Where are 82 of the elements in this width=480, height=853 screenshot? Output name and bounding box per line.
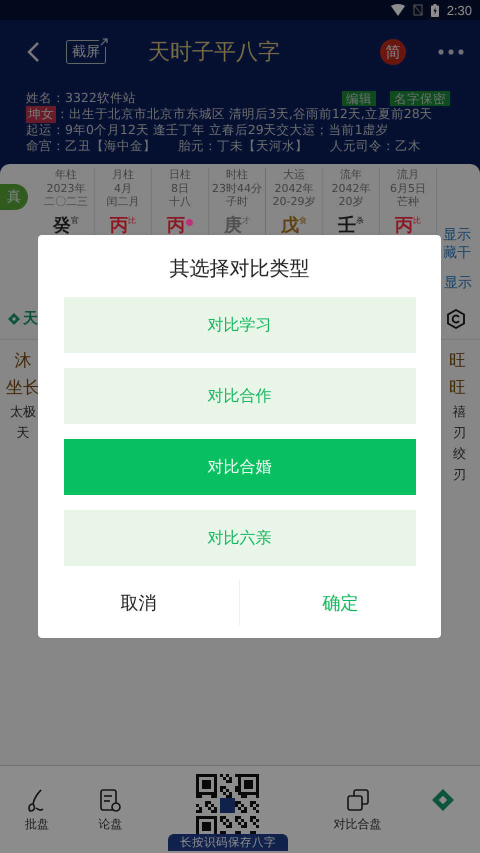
luck-info-text: 起运：9年0个月12天 逢壬丁年 立春后29天交大运；当前1虚岁 <box>26 122 389 138</box>
star-text: 天 <box>16 425 30 443</box>
back-icon[interactable] <box>26 41 40 63</box>
copy-icon <box>346 788 370 812</box>
stem-character: 丙 <box>110 214 128 236</box>
god-label: 食 <box>299 214 307 226</box>
pillar-label: 大运 <box>283 168 305 182</box>
star-text: 旺 <box>449 350 466 373</box>
pillar-label: 日柱 <box>169 168 191 182</box>
pillar-label: 月柱 <box>112 168 134 182</box>
option-button[interactable]: 对比合作 <box>64 368 416 424</box>
star-text: 旺 <box>449 377 466 400</box>
god-label: 比 <box>413 214 421 226</box>
god-label: 杀 <box>356 214 364 226</box>
true-time-badge: 真 <box>0 184 28 210</box>
option-button[interactable]: 对比六亲 <box>64 510 416 566</box>
more-icon[interactable] <box>438 49 464 55</box>
toggle-link[interactable]: 显示 <box>444 274 472 292</box>
stem-character: 戊 <box>281 214 299 236</box>
toggle-link[interactable]: 藏干 <box>443 244 471 262</box>
pillar-text: 子时 <box>226 195 248 208</box>
star-text: 沐 <box>14 350 32 373</box>
palace-info-text: 命宫：乙丑【海中金】 <box>26 138 156 154</box>
option-button[interactable]: 对比合婚 <box>64 439 416 495</box>
pillar-text: 20-29岁 <box>272 195 316 208</box>
script-toggle[interactable]: 简 <box>380 39 406 65</box>
toggle-link[interactable]: 显示 <box>443 226 471 244</box>
diamond-icon <box>8 312 20 324</box>
stem-character: 癸 <box>53 214 71 236</box>
pillar-text: 23时44分 <box>212 182 262 195</box>
star-text: 绞 <box>453 446 466 464</box>
god-label: 比 <box>128 214 136 226</box>
star-text: 禧 <box>453 404 466 422</box>
hexagon-icon[interactable] <box>446 308 466 328</box>
pillar-text: 闰二月 <box>106 195 140 208</box>
nav-tab[interactable]: 论盘 <box>94 778 126 833</box>
god-label: 官 <box>71 214 79 226</box>
pillar-text: 十八 <box>169 195 191 208</box>
star-text: 刃 <box>453 425 466 443</box>
pillar-text: 二〇二三 <box>44 195 88 208</box>
dialog-title: 其选择对比类型 <box>170 255 310 282</box>
nav-tab[interactable]: 对比合盘 <box>330 778 386 833</box>
pillar-text: 2042年 <box>274 182 314 195</box>
stem-character: 丙 <box>167 214 185 236</box>
app-title: 天时子平八字 <box>148 39 281 67</box>
no-sim-icon <box>412 4 423 16</box>
pillar-text: 芒种 <box>397 195 419 208</box>
action-button[interactable]: 编辑 <box>342 90 376 106</box>
pillar-text: 2023年 <box>46 182 86 195</box>
action-button[interactable]: 名字保密 <box>390 90 450 106</box>
cancel-button[interactable]: 取消 <box>38 579 239 627</box>
birth-info-text: ：出生于北京市北京市东城区 清明后3天,谷雨前12天,立夏前28天 <box>56 106 433 122</box>
pillar-text: 20岁 <box>338 195 364 208</box>
clock-time: 2:30 <box>446 2 472 18</box>
screenshot-button[interactable]: 截屏 <box>66 40 106 64</box>
palace-info-text: 人元司令：乙木 <box>330 138 421 154</box>
qr-caption: 长按识码保存八字 <box>168 834 288 851</box>
palace-info-text: 胎元：丁未【天河水】 <box>178 138 308 154</box>
pillar-label: 流月 <box>397 168 419 182</box>
pillar-label: 时柱 <box>226 168 248 182</box>
stem-character: 壬 <box>338 214 356 236</box>
name-text: 姓名：3322软件站 <box>26 90 137 106</box>
pillar-text: 6月5日 <box>390 182 426 195</box>
pillar-text: 4月 <box>114 182 132 195</box>
nav-tab[interactable]: 批盘 <box>20 778 53 833</box>
star-text: 坐长 <box>6 377 40 400</box>
pillar-text: 8日 <box>171 182 189 195</box>
wifi-icon <box>390 4 405 16</box>
option-button[interactable]: 对比学习 <box>64 297 416 353</box>
stem-character: 丙 <box>395 214 413 236</box>
pillar-label: 流年 <box>340 168 362 182</box>
pillar-text: 2042年 <box>332 182 370 195</box>
diamond-icon <box>431 788 456 812</box>
section-tab[interactable]: 天 <box>23 309 38 328</box>
star-text: 太极 <box>10 404 36 422</box>
confirm-button[interactable]: 确定 <box>240 579 441 627</box>
pillar-label: 年柱 <box>55 168 77 182</box>
star-text: 刃 <box>453 467 466 485</box>
battery-icon <box>430 4 439 16</box>
qr-code[interactable] <box>196 774 260 837</box>
note-icon <box>98 788 122 812</box>
gender-tag: 坤女 <box>26 106 56 122</box>
